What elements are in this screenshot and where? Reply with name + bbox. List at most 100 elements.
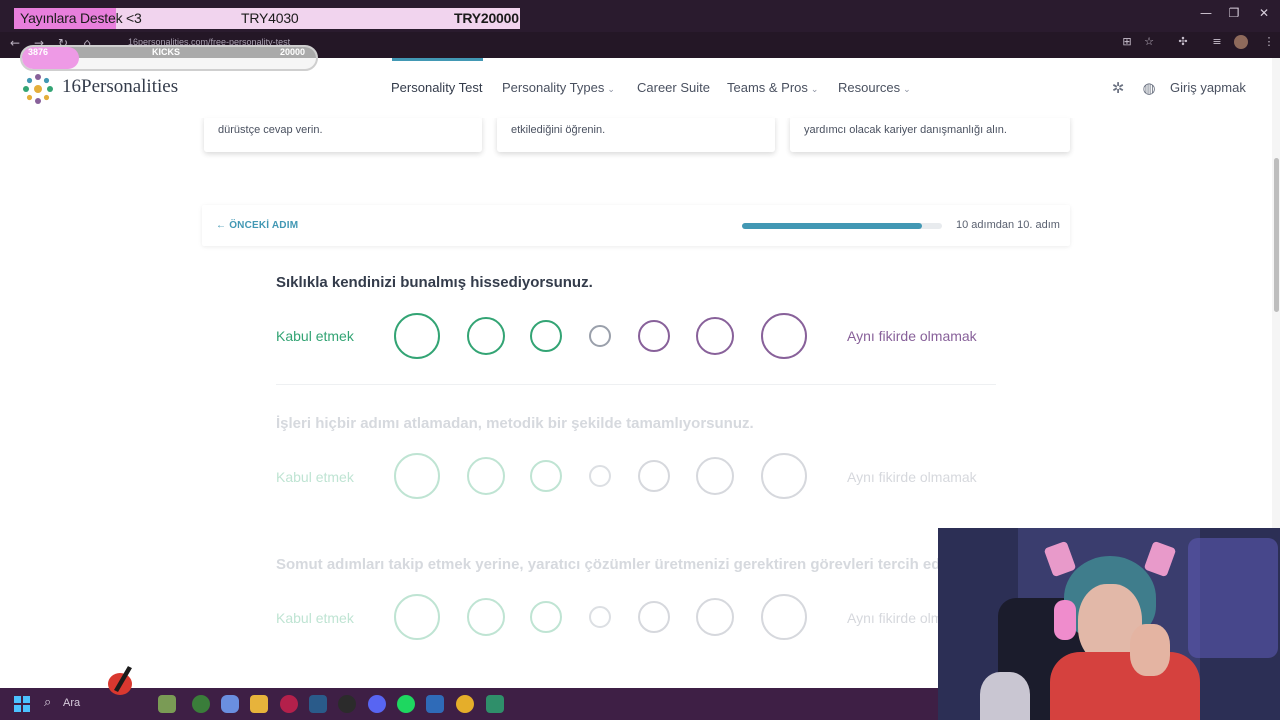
card-text-line: yardımcı olacak kariyer danışmanlığı alı… [804,124,1007,136]
donation-label: Yayınlara Destek <3 [20,10,142,26]
headset-ear [1043,540,1077,578]
nav-teams-pros[interactable]: Teams & Pros ⌄ [727,80,818,95]
arrow-left-icon: ← [216,220,230,231]
maximize-button[interactable]: ❐ [1224,6,1244,20]
answer-disagree[interactable] [696,317,734,355]
answer-slightly-disagree[interactable] [638,320,670,352]
disagree-label: Aynı fikirde olmamak [847,469,977,485]
kicks-current: 3876 [28,47,49,57]
previous-step-button[interactable]: ← ÖNCEKİ ADIM [216,220,298,231]
kicks-goal-bar: 3876 KICKS 20000 [20,45,318,71]
donation-current: TRY4030 [241,10,299,26]
disagree-label: Aynı fikirde olmamak [847,328,977,344]
globe-icon[interactable]: ◍ [1140,79,1158,97]
close-window-button[interactable]: ✕ [1254,6,1274,20]
app-icon[interactable] [280,695,298,713]
nav-personality-test-label: Personality Test [391,80,483,95]
obs-icon[interactable] [338,695,356,713]
headset-ear [1143,540,1177,578]
pen-cursor-icon [108,664,133,695]
logo-icon[interactable] [20,71,56,107]
question-text: Sıklıkla kendinizi bunalmış hissediyorsu… [276,274,593,291]
progress-bar [742,223,942,229]
answer-strongly-disagree[interactable] [761,594,807,640]
answer-strongly-agree[interactable] [394,453,440,499]
answer-strongly-disagree[interactable] [761,453,807,499]
answer-strongly-disagree[interactable] [761,313,807,359]
app-icon-2[interactable] [426,695,444,713]
answer-agree[interactable] [467,317,505,355]
taskbar-search[interactable]: Ara [63,697,80,709]
info-card-visible: dürüstçe cevap verin. [204,118,482,152]
discord-icon[interactable] [368,695,386,713]
windows-start-icon[interactable] [14,696,30,712]
progress-bar-fill [742,223,922,229]
nav-resources[interactable]: Resources ⌄ [838,80,911,95]
kicks-label: KICKS [152,47,181,57]
question-divider [276,384,996,385]
minimize-button[interactable]: — [1196,6,1216,20]
search-icon[interactable]: ⌕ [44,695,51,710]
question-text: Somut adımları takip etmek yerine, yarat… [276,556,968,573]
active-nav-underline [392,58,483,61]
nav-career-suite[interactable]: Career Suite [637,80,710,95]
kicks-goal: 20000 [280,47,306,57]
answer-slightly-disagree[interactable] [638,460,670,492]
donation-goal-bar: Yayınlara Destek <3 TRY4030 TRY20000 [14,8,520,29]
answer-agree[interactable] [467,598,505,636]
answer-agree[interactable] [467,457,505,495]
nav-personality-test[interactable]: Personality Test [391,80,483,95]
answer-neutral[interactable] [589,465,611,487]
bookmark-star-icon[interactable]: ☆ [1142,35,1156,49]
photos-icon[interactable] [158,695,176,713]
agree-label: Kabul etmek [276,469,354,485]
xbox-icon[interactable] [192,695,210,713]
answer-disagree[interactable] [696,457,734,495]
chrome-icon[interactable] [456,695,474,713]
answer-neutral[interactable] [589,606,611,628]
answer-strongly-agree[interactable] [394,594,440,640]
media-icon[interactable]: ≡ [1210,35,1224,49]
step-counter: 10 adımdan 10. adım [956,219,1060,231]
scrollbar-thumb[interactable] [1274,158,1279,312]
extensions-icon[interactable]: ✣ [1176,35,1190,49]
disagree-label: Aynı fikirde olm [847,610,943,626]
microphone [980,672,1030,720]
webcam-person-shirt [1050,652,1200,720]
accessibility-icon[interactable]: ✲ [1109,79,1127,97]
copilot-icon[interactable] [221,695,239,713]
answer-neutral[interactable] [589,325,611,347]
previous-step-label: ÖNCEKİ ADIM [229,220,299,231]
menu-icon[interactable]: ⋮ [1262,35,1276,49]
answer-slightly-disagree[interactable] [638,601,670,633]
spotify-icon[interactable] [397,695,415,713]
nav-teams-pros-label: Teams & Pros [727,80,808,95]
agree-label: Kabul etmek [276,328,354,344]
nav-personality-types[interactable]: Personality Types ⌄ [502,80,615,95]
app-icon-3[interactable] [486,695,504,713]
chevron-down-icon: ⌄ [810,84,819,94]
logo-text[interactable]: 16Personalities [62,76,178,98]
agree-label: Kabul etmek [276,610,354,626]
nav-resources-label: Resources [838,80,901,95]
webcam-overlay [938,528,1280,720]
answer-disagree[interactable] [696,598,734,636]
file-explorer-icon[interactable] [250,695,268,713]
answer-slightly-agree[interactable] [530,601,562,633]
webcam-person-hand [1130,624,1170,676]
answer-slightly-agree[interactable] [530,460,562,492]
card-text-line: etkilediğini öğrenin. [511,124,606,136]
info-card-visible: etkilediğini öğrenin. [497,118,775,152]
card-text-line: dürüstçe cevap verin. [218,124,323,136]
translate-icon[interactable]: ⊞ [1120,35,1134,49]
login-link[interactable]: Giriş yapmak [1170,80,1246,95]
headset-earcup [1054,600,1076,640]
info-card-visible: yardımcı olacak kariyer danışmanlığı alı… [790,118,1070,152]
steam-icon[interactable] [309,695,327,713]
profile-avatar[interactable] [1234,35,1248,49]
answer-strongly-agree[interactable] [394,313,440,359]
chevron-down-icon: ⌄ [903,84,911,94]
answer-slightly-agree[interactable] [530,320,562,352]
chevron-down-icon: ⌄ [607,84,615,94]
question-text: İşleri hiçbir adımı atlamadan, metodik b… [276,415,754,432]
